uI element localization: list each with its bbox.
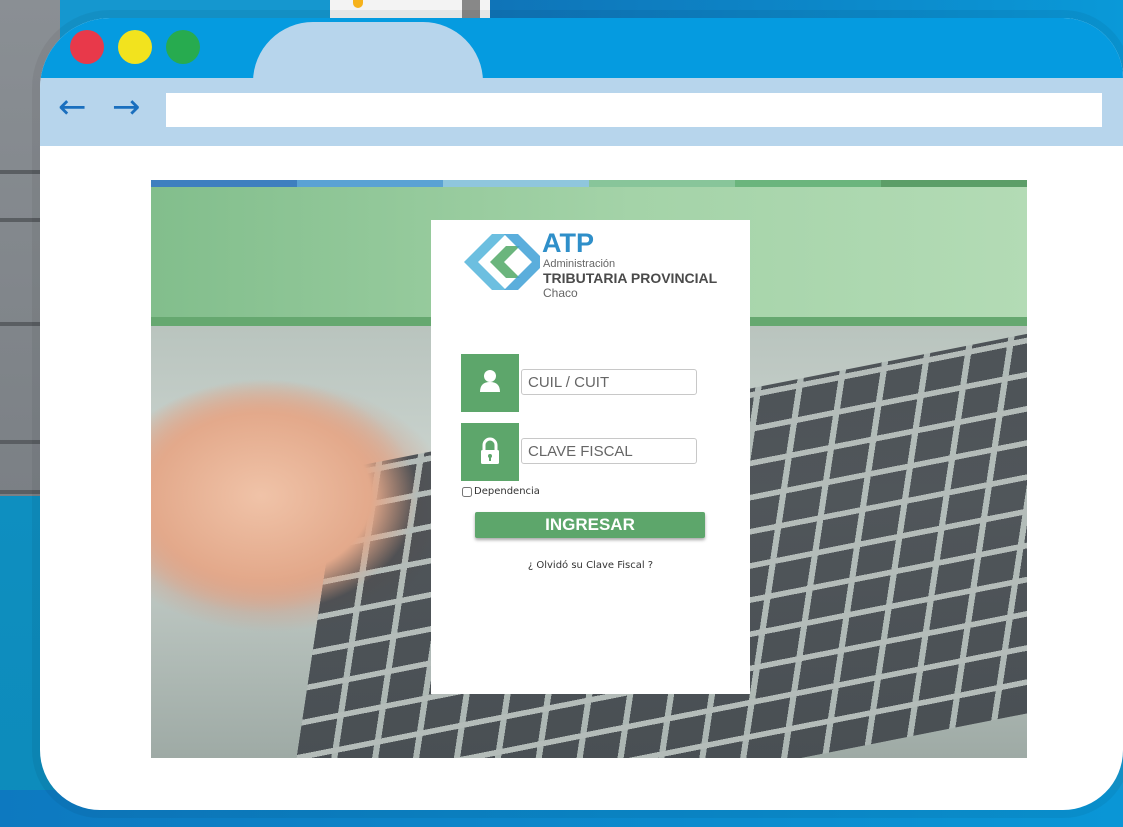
browser-navbar: ← → — [40, 78, 1123, 146]
lock-icon-box — [461, 423, 519, 481]
forgot-password-link[interactable]: ¿ Olvidó su Clave Fiscal ? — [431, 560, 750, 571]
logo-subtitle-region: Chaco — [543, 286, 578, 300]
logo-brand: ATP — [542, 228, 594, 258]
arrow-right-icon[interactable]: → — [112, 90, 141, 124]
address-bar[interactable] — [166, 93, 1102, 127]
logo-subtitle-admin: Administración — [543, 258, 616, 270]
dependencia-label: Dependencia — [474, 486, 540, 497]
close-window-dot[interactable] — [70, 30, 104, 64]
atp-logo-mark-icon — [464, 234, 540, 290]
atp-logo: ATP Administración TRIBUTARIA PROVINCIAL… — [456, 228, 736, 300]
minimize-window-dot[interactable] — [118, 30, 152, 64]
login-card: ATP Administración TRIBUTARIA PROVINCIAL… — [431, 220, 750, 694]
user-icon — [480, 370, 500, 392]
clave-field-group — [461, 423, 701, 481]
color-strip — [151, 180, 1027, 187]
arrow-left-icon[interactable]: ← — [58, 90, 87, 124]
lock-icon — [481, 437, 499, 464]
user-icon-box — [461, 354, 519, 412]
cuil-input[interactable] — [521, 369, 697, 395]
maximize-window-dot[interactable] — [166, 30, 200, 64]
atp-login-page: ATP Administración TRIBUTARIA PROVINCIAL… — [151, 180, 1027, 758]
clave-fiscal-input[interactable] — [521, 438, 697, 464]
browser-window: ← → ATP Administración TRIBUTARIA PROVIN… — [40, 18, 1123, 810]
logo-subtitle-main: TRIBUTARIA PROVINCIAL — [543, 270, 718, 286]
dependencia-checkbox[interactable] — [462, 486, 472, 497]
ingresar-button[interactable]: INGRESAR — [475, 512, 705, 538]
cuil-field-group — [461, 354, 701, 412]
browser-titlebar — [40, 18, 1123, 92]
dependencia-option[interactable]: Dependencia — [462, 486, 540, 497]
